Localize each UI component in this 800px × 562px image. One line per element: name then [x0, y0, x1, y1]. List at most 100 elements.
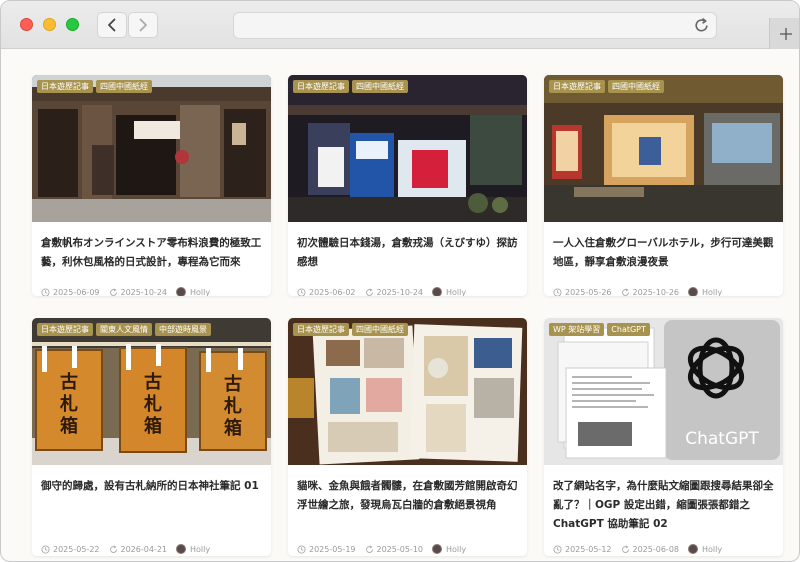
close-window-button[interactable]	[20, 18, 33, 31]
box-label-char: 古札箱	[143, 371, 162, 437]
refresh-icon	[621, 287, 629, 296]
chevron-left-icon	[108, 18, 116, 32]
post-card[interactable]: 日本遊歷記事 四國中國紙經 一人入住倉敷グローバルホテル，步行可達美觀地區，靜享…	[544, 75, 783, 296]
hotel-night-image	[544, 75, 783, 222]
post-meta: 2025-05-22 2026-04-21 Holly	[32, 543, 271, 555]
bathhouse-night-image	[288, 75, 527, 222]
new-tab-button[interactable]	[769, 18, 799, 49]
updated-date: 2025-06-08	[621, 544, 679, 554]
refresh-icon	[365, 544, 373, 553]
avatar	[176, 544, 186, 554]
published-date: 2025-06-09	[41, 287, 100, 296]
category-tag[interactable]: 日本遊歷記事	[37, 323, 93, 336]
updated-date: 2025-10-26	[621, 287, 679, 296]
post-meta: 2025-06-09 2025-10-24 Holly	[32, 286, 271, 296]
box-label-glyph: 古	[60, 371, 78, 393]
refresh-icon	[109, 287, 117, 296]
plus-icon	[779, 27, 792, 40]
post-thumbnail[interactable]: 日本遊歷記事 四國中國紙經	[32, 75, 271, 222]
updated-date: 2025-10-24	[109, 287, 167, 296]
clock-icon	[41, 544, 50, 554]
updated-date: 2025-05-10	[365, 544, 423, 554]
post-card[interactable]: 古札箱 古札箱 古札箱 日本遊歷記事 關東人文風情 中部遊時風景 御守的歸處，設…	[32, 318, 271, 556]
browser-window: 日本遊歷記事 四國中國紙經 倉敷帆布オンラインストア零布料浪費的極致工藝，利休包…	[0, 0, 800, 562]
post-card[interactable]: ChatGPT WP 架站學習 ChatGPT 改了網站名字，為什麼貼文縮圖跟搜…	[544, 318, 783, 556]
post-thumbnail[interactable]: 日本遊歷記事 四國中國紙經	[288, 318, 527, 465]
box-label-glyph: 古	[224, 373, 242, 395]
category-tag[interactable]: 日本遊歷記事	[549, 80, 605, 93]
reload-icon[interactable]	[693, 17, 710, 34]
chatgpt-logo-text: ChatGPT	[685, 429, 759, 449]
post-thumbnail[interactable]: 日本遊歷記事 四國中國紙經	[288, 75, 527, 222]
refresh-icon	[365, 287, 373, 296]
tag-list: 日本遊歷記事 四國中國紙經	[549, 80, 664, 93]
author[interactable]: Holly	[688, 544, 722, 554]
published-date: 2025-05-22	[41, 545, 100, 554]
back-button[interactable]	[97, 12, 127, 38]
clock-icon	[297, 287, 306, 296]
box-label-glyph: 古	[144, 371, 162, 393]
post-meta: 2025-05-12 2025-06-08 Holly	[544, 543, 783, 555]
post-title[interactable]: 初次體驗日本錢湯，倉敷戎湯（えびすゆ）探訪感想	[288, 222, 527, 286]
clock-icon	[297, 544, 306, 554]
post-card[interactable]: 日本遊歷記事 四國中國紙經 貓咪、金魚與餓者髑髏，在倉敷國芳館開啟奇幻浮世繪之旅…	[288, 318, 527, 556]
tag-list: 日本遊歷記事 四國中國紙經	[37, 80, 152, 93]
avatar	[176, 287, 186, 296]
category-tag[interactable]: 關東人文風情	[96, 323, 152, 336]
post-meta: 2025-06-02 2025-10-24 Holly	[288, 286, 527, 296]
updated-date: 2026-04-21	[109, 545, 167, 554]
post-title[interactable]: 御守的歸處，設有古札納所的日本神社筆記 01	[32, 465, 271, 543]
author[interactable]: Holly	[432, 287, 466, 296]
post-card[interactable]: 日本遊歷記事 四國中國紙經 倉敷帆布オンラインストア零布料浪費的極致工藝，利休包…	[32, 75, 271, 296]
box-label-char: 古札箱	[223, 373, 242, 439]
author[interactable]: Holly	[176, 287, 210, 296]
tag-list: 日本遊歷記事 四國中國紙經	[293, 80, 408, 93]
author[interactable]: Holly	[688, 287, 722, 296]
post-title[interactable]: 一人入住倉敷グローバルホテル，步行可達美觀地區，靜享倉敷浪漫夜景	[544, 222, 783, 286]
post-grid: 日本遊歷記事 四國中國紙經 倉敷帆布オンラインストア零布料浪費的極致工藝，利休包…	[32, 75, 783, 556]
title-bar	[1, 1, 799, 49]
category-tag[interactable]: WP 架站學習	[549, 323, 605, 336]
tag-list: 日本遊歷記事 關東人文風情 中部遊時風景	[37, 323, 211, 336]
refresh-icon	[621, 544, 629, 553]
published-date: 2025-05-19	[297, 545, 356, 554]
shrine-boxes-image: 古札箱 古札箱 古札箱	[32, 318, 271, 465]
published-date: 2025-05-26	[553, 287, 612, 296]
avatar	[432, 287, 442, 296]
category-tag[interactable]: 四國中國紙經	[352, 323, 408, 336]
clock-icon	[553, 287, 562, 296]
clock-icon	[41, 287, 50, 296]
post-thumbnail[interactable]: 古札箱 古札箱 古札箱 日本遊歷記事 關東人文風情 中部遊時風景	[32, 318, 271, 465]
post-card[interactable]: 日本遊歷記事 四國中國紙經 初次體驗日本錢湯，倉敷戎湯（えびすゆ）探訪感想 20…	[288, 75, 527, 296]
post-title[interactable]: 改了網站名字，為什麼貼文縮圖跟搜尋結果卻全亂了？｜OGP 設定出錯，縮圖張張都錯…	[544, 465, 783, 543]
address-bar[interactable]	[233, 12, 717, 39]
category-tag[interactable]: 四國中國紙經	[96, 80, 152, 93]
category-tag[interactable]: 四國中國紙經	[608, 80, 664, 93]
author[interactable]: Holly	[176, 544, 210, 554]
tag-list: WP 架站學習 ChatGPT	[549, 323, 650, 336]
category-tag[interactable]: ChatGPT	[607, 323, 650, 336]
post-title[interactable]: 倉敷帆布オンラインストア零布料浪費的極致工藝，利休包風格的日式設計，專程為它而來	[32, 222, 271, 286]
post-thumbnail[interactable]: ChatGPT WP 架站學習 ChatGPT	[544, 318, 783, 465]
tag-list: 日本遊歷記事 四國中國紙經	[293, 323, 408, 336]
category-tag[interactable]: 日本遊歷記事	[37, 80, 93, 93]
zoom-window-button[interactable]	[66, 18, 79, 31]
category-tag[interactable]: 四國中國紙經	[352, 80, 408, 93]
box-label-glyph: 箱	[60, 415, 78, 437]
box-label-glyph: 札	[223, 395, 242, 417]
category-tag[interactable]: 中部遊時風景	[155, 323, 211, 336]
chevron-right-icon	[139, 18, 147, 32]
forward-button[interactable]	[128, 12, 158, 38]
category-tag[interactable]: 日本遊歷記事	[293, 323, 349, 336]
author[interactable]: Holly	[432, 544, 466, 554]
post-title[interactable]: 貓咪、金魚與餓者髑髏，在倉敷國芳館開啟奇幻浮世繪之旅，發現烏瓦白牆的倉敷絕景視角	[288, 465, 527, 543]
wooden-shop-front-image	[32, 75, 271, 222]
avatar	[432, 544, 442, 554]
published-date: 2025-06-02	[297, 287, 356, 296]
clock-icon	[553, 544, 562, 554]
post-thumbnail[interactable]: 日本遊歷記事 四國中國紙經	[544, 75, 783, 222]
category-tag[interactable]: 日本遊歷記事	[293, 80, 349, 93]
avatar	[688, 544, 698, 554]
minimize-window-button[interactable]	[43, 18, 56, 31]
avatar	[688, 287, 698, 296]
